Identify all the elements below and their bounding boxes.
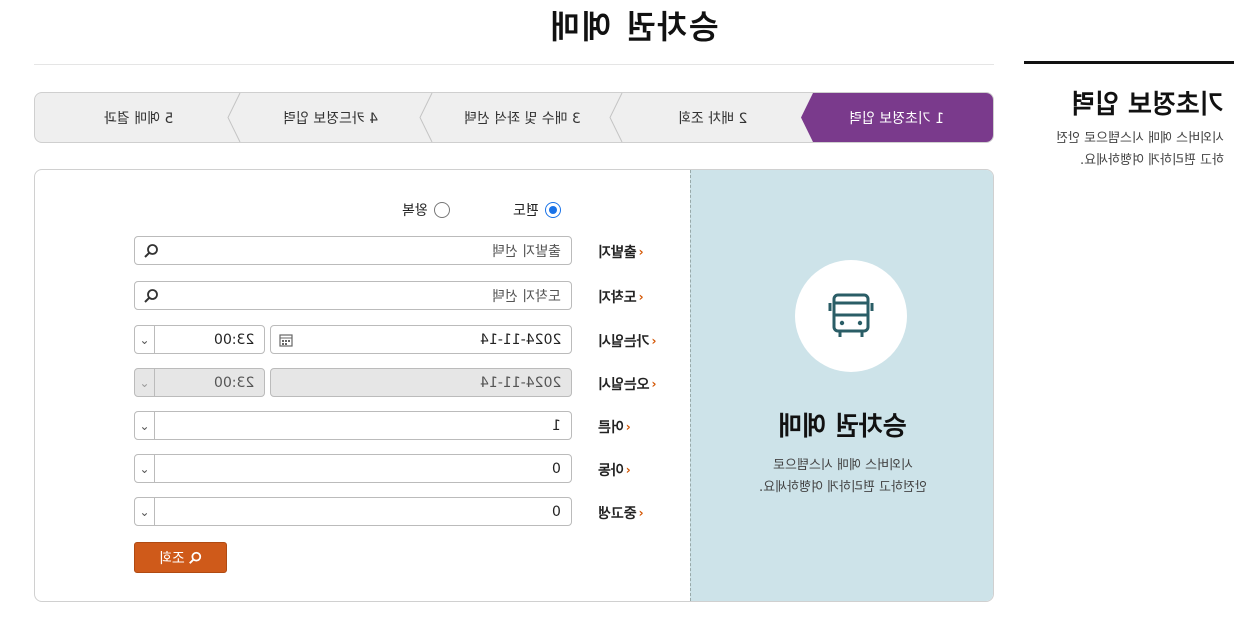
trip-type-group: 왕복 편도 — [35, 200, 690, 222]
step-progress-bar: 5 예매 결과 4 카드정보 입력 3 매수 및 좌석 선택 2 배차 조회 1… — [34, 92, 994, 143]
departure-label: 출발지 › — [598, 245, 644, 261]
title-divider — [34, 64, 994, 65]
label-arrow-icon: › — [651, 334, 657, 348]
sidebar-title: 기초정보 입력 — [1071, 90, 1224, 120]
search-button[interactable]: 조회 — [134, 542, 227, 573]
step-1-basic-info: 1 기초정보 입력 — [801, 93, 993, 142]
return-label: 오는일시 › — [598, 377, 657, 393]
label-arrow-icon: › — [625, 420, 631, 434]
return-time-select: ⌄ 23:00 — [134, 368, 265, 397]
search-icon — [144, 289, 158, 303]
one-way-radio[interactable]: 편도 — [513, 200, 561, 220]
chevron-down-icon: ⌄ — [135, 412, 155, 439]
departure-input[interactable]: 출발지 선택 — [134, 236, 572, 265]
return-date-value: 2024-11-14 — [479, 374, 561, 391]
return-time-value: 23:00 — [213, 374, 254, 391]
step-4-card-info: 4 카드정보 입력 — [283, 110, 379, 127]
booking-form-card: 왕복 편도 출발지 선택 출발지 › 도착지 선택 도착지 › 2024-11-14… — [34, 169, 994, 602]
chevron-down-icon: ⌄ — [135, 326, 155, 353]
step-5-result: 5 예매 결과 — [103, 110, 174, 127]
adult-count-select[interactable]: ⌄ 1 — [134, 411, 572, 440]
chevron-down-icon: ⌄ — [135, 455, 155, 482]
page-title: 승차권 예매 — [547, 8, 719, 46]
search-icon — [189, 551, 202, 564]
step-separator — [419, 93, 433, 142]
panel-title: 승차권 예매 — [778, 412, 907, 442]
booking-form: 왕복 편도 출발지 선택 출발지 › 도착지 선택 도착지 › 2024-11-14… — [35, 170, 690, 601]
adult-label: 어른 › — [598, 420, 631, 436]
arrival-placeholder: 도착지 선택 — [492, 288, 561, 305]
child-label: 아동 › — [598, 463, 631, 479]
student-count-value: 0 — [552, 503, 561, 520]
radio-off-icon — [433, 202, 450, 218]
bus-icon — [828, 293, 874, 337]
outbound-date-input[interactable]: 2024-11-14 — [270, 325, 572, 354]
radio-on-icon — [544, 202, 561, 218]
sidebar-rule — [1024, 61, 1234, 64]
student-label: 중고생 › — [598, 506, 644, 522]
chevron-down-icon: ⌄ — [135, 369, 155, 396]
search-icon — [144, 244, 158, 258]
step-3-seat-select: 3 매수 및 좌석 선택 — [463, 110, 581, 127]
child-count-value: 0 — [552, 460, 561, 477]
arrival-label: 도착지 › — [598, 290, 644, 306]
bus-icon-circle — [795, 260, 907, 372]
outbound-date-value: 2024-11-14 — [479, 331, 561, 348]
step-separator — [227, 93, 241, 142]
departure-placeholder: 출발지 선택 — [492, 243, 561, 260]
chevron-down-icon: ⌄ — [135, 498, 155, 525]
label-arrow-icon: › — [651, 377, 657, 391]
return-date-input: 2024-11-14 — [270, 368, 572, 397]
label-arrow-icon: › — [625, 463, 631, 477]
label-arrow-icon: › — [638, 506, 644, 520]
one-way-label: 편도 — [513, 203, 539, 219]
child-count-select[interactable]: ⌄ 0 — [134, 454, 572, 483]
sidebar-description: 시외버스 예매 시스템으로 안전 하고 편리하게 여행하세요. — [1056, 131, 1224, 168]
round-trip-radio[interactable]: 왕복 — [402, 200, 450, 220]
panel-description: 시외버스 예매 시스템으로 안전하고 편리하게 여행하세요. — [758, 458, 927, 495]
outbound-label: 가는일시 › — [598, 334, 657, 350]
info-panel: 승차권 예매 시외버스 예매 시스템으로 안전하고 편리하게 여행하세요. — [690, 170, 993, 601]
outbound-time-select[interactable]: ⌄ 23:00 — [134, 325, 265, 354]
step-2-schedule-search: 2 배차 조회 — [678, 110, 748, 127]
round-trip-label: 왕복 — [402, 203, 428, 219]
adult-count-value: 1 — [552, 417, 561, 434]
step-separator — [609, 93, 623, 142]
label-arrow-icon: › — [638, 245, 644, 259]
student-count-select[interactable]: ⌄ 0 — [134, 497, 572, 526]
outbound-time-value: 23:00 — [213, 331, 254, 348]
calendar-icon — [279, 334, 293, 347]
arrival-input[interactable]: 도착지 선택 — [134, 281, 572, 310]
label-arrow-icon: › — [638, 290, 644, 304]
search-button-label: 조회 — [158, 550, 185, 567]
